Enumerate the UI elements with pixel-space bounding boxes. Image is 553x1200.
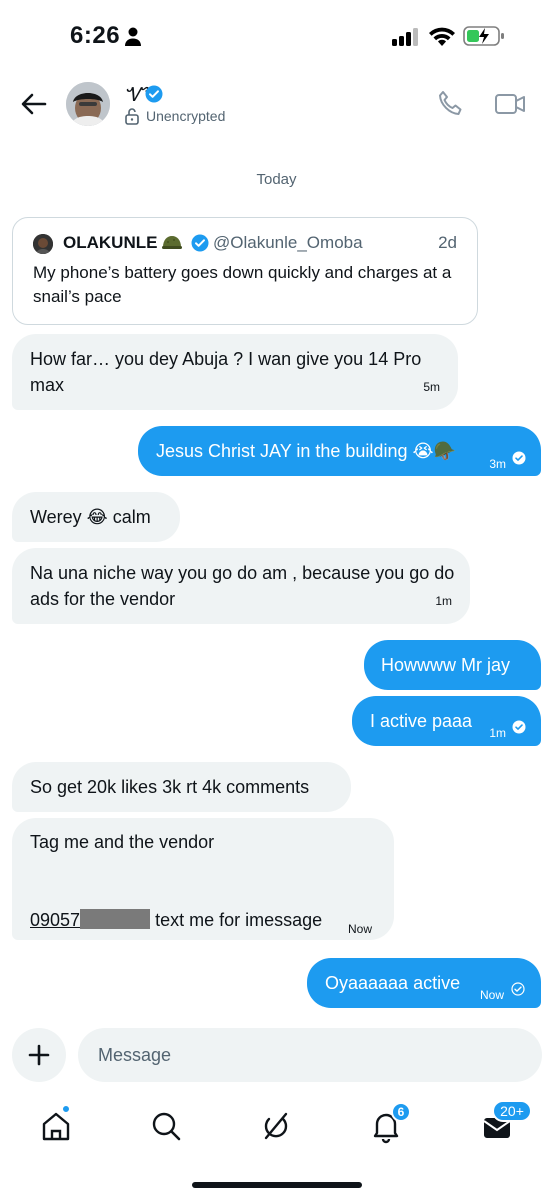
contact-avatar[interactable] bbox=[66, 82, 110, 126]
conversation-header: Ꮙ4 Unencrypted bbox=[0, 70, 553, 150]
video-call-button[interactable] bbox=[494, 90, 526, 118]
status-bar: 6:26 bbox=[0, 0, 553, 70]
message-time: 1m bbox=[489, 726, 506, 740]
messages-badge: 20+ bbox=[492, 1100, 532, 1122]
message-text: Oyaaaaaa active bbox=[325, 973, 461, 993]
quoted-author-avatar bbox=[33, 234, 53, 254]
redaction-block bbox=[80, 909, 151, 929]
voice-call-button[interactable] bbox=[434, 88, 466, 120]
date-divider: Today bbox=[256, 171, 297, 188]
quoted-post-card[interactable]: OLAKUNLE @Olakunle_Omoba 2d My phone’s b… bbox=[12, 217, 478, 325]
message-text: Na una niche way you go do am , because … bbox=[30, 563, 455, 609]
message-time: Now bbox=[479, 988, 504, 1002]
message-time: Now bbox=[348, 922, 373, 936]
battery-charging-icon bbox=[463, 26, 504, 46]
home-indicator bbox=[192, 1182, 362, 1188]
verified-badge-icon bbox=[145, 85, 163, 103]
arrow-left-icon bbox=[21, 93, 47, 115]
message-bubble[interactable]: Oyaaaaaa active Now bbox=[307, 958, 541, 1008]
home-unread-dot bbox=[61, 1104, 71, 1114]
message-bubble[interactable]: Tag me and the vendor 09057 text me for … bbox=[12, 818, 394, 940]
back-button[interactable] bbox=[18, 88, 50, 120]
add-media-button[interactable] bbox=[12, 1028, 66, 1082]
message-bubble[interactable]: I active paaa 1m bbox=[352, 696, 541, 746]
phone-icon bbox=[439, 91, 462, 115]
message-bubble[interactable]: How far… you dey Abuja ? I wan give you … bbox=[12, 334, 458, 410]
message-bubble[interactable]: Howwww Mr jay bbox=[364, 640, 541, 690]
grok-icon bbox=[264, 1112, 288, 1140]
message-bubble[interactable]: Werey 😂 calm bbox=[12, 492, 180, 542]
quoted-author-handle: @Olakunle_Omoba bbox=[213, 233, 363, 252]
status-time: 6:26 bbox=[70, 22, 121, 49]
nav-messages[interactable]: 20+ bbox=[476, 1100, 532, 1146]
message-text: How far… you dey Abuja ? I wan give you … bbox=[30, 349, 422, 395]
encryption-status: Unencrypted bbox=[146, 108, 226, 124]
message-text: Tag me and the vendor bbox=[30, 832, 215, 852]
phone-number-link[interactable]: 09057 bbox=[30, 909, 151, 930]
plus-icon bbox=[28, 1044, 50, 1066]
nav-notifications[interactable]: 6 bbox=[366, 1102, 411, 1146]
search-icon bbox=[152, 1112, 181, 1141]
message-time: 5m bbox=[423, 380, 440, 394]
message-text: Jesus Christ JAY in the building 😭🪖 bbox=[156, 441, 456, 461]
message-text-line2: 09057 text me for imessage bbox=[30, 909, 323, 930]
military-helmet-icon bbox=[162, 236, 182, 249]
message-text: I active paaa bbox=[370, 711, 473, 731]
quoted-author-name: OLAKUNLE bbox=[63, 233, 158, 252]
sent-check-icon bbox=[512, 720, 526, 734]
message-bubble[interactable]: So get 20k likes 3k rt 4k comments bbox=[12, 762, 351, 812]
message-input[interactable] bbox=[78, 1028, 542, 1082]
cellular-signal-icon bbox=[392, 28, 418, 46]
sent-check-icon bbox=[512, 451, 526, 465]
quoted-post-text: My phone’s battery goes down quickly and… bbox=[33, 263, 452, 306]
bottom-navigation: 6 20+ bbox=[0, 1098, 553, 1158]
quoted-post-time: 2d bbox=[438, 233, 457, 252]
wifi-icon bbox=[429, 27, 455, 46]
message-bubble[interactable]: Na una niche way you go do am , because … bbox=[12, 548, 470, 624]
unlocked-lock-icon bbox=[125, 108, 139, 125]
nav-grok[interactable] bbox=[256, 1106, 296, 1146]
notifications-badge: 6 bbox=[391, 1102, 411, 1122]
sent-check-icon bbox=[511, 982, 525, 996]
message-time: 1m bbox=[435, 594, 452, 608]
person-icon bbox=[125, 27, 141, 46]
message-bubble[interactable]: Jesus Christ JAY in the building 😭🪖 3m bbox=[138, 426, 541, 476]
verified-badge-icon bbox=[191, 234, 209, 252]
avatar-image bbox=[66, 82, 110, 126]
nav-search[interactable] bbox=[146, 1106, 186, 1146]
message-time: 3m bbox=[489, 457, 506, 471]
nav-home[interactable] bbox=[36, 1104, 76, 1146]
message-text: Werey 😂 calm bbox=[30, 507, 151, 527]
message-text: So get 20k likes 3k rt 4k comments bbox=[30, 777, 310, 797]
video-camera-icon bbox=[495, 94, 525, 114]
message-text: Howwww Mr jay bbox=[381, 655, 511, 675]
